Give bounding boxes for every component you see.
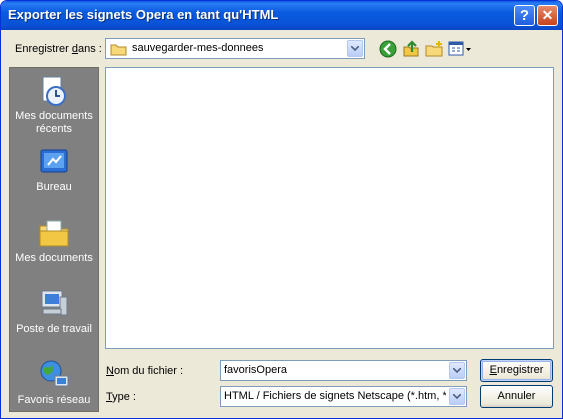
view-menu-icon[interactable] <box>447 39 473 59</box>
place-my-documents[interactable]: Mes documents <box>10 216 98 265</box>
help-button[interactable]: ? <box>514 5 535 26</box>
chevron-down-icon <box>453 394 461 399</box>
filename-label-mnemonic: N <box>106 365 114 377</box>
window-title: Exporter les signets Opera en tant qu'HT… <box>8 7 279 22</box>
save-in-label-suffix: ans : <box>77 43 102 55</box>
folder-icon <box>110 44 127 56</box>
place-label: Poste de travail <box>16 323 92 335</box>
place-label: Mes documents récents <box>15 110 93 135</box>
place-label: Mes documents <box>15 252 93 264</box>
filetype-combobox[interactable]: HTML / Fichiers de signets Netscape (*.h… <box>220 386 467 407</box>
place-desktop[interactable]: Bureau <box>10 145 98 194</box>
desktop-icon <box>40 149 68 173</box>
save-in-combobox[interactable]: sauvegarder-mes-donnees <box>105 38 365 59</box>
chevron-down-icon <box>351 46 359 51</box>
filetype-label: Type : <box>106 391 136 403</box>
save-button[interactable]: Enregistrer <box>480 359 553 382</box>
place-label: Favoris réseau <box>17 394 91 406</box>
filename-input[interactable]: favorisOpera <box>224 364 287 376</box>
filename-label: Nom du fichier : <box>106 365 183 377</box>
save-button-mnemonic: E <box>489 364 497 376</box>
place-label: Bureau <box>36 181 72 193</box>
file-list[interactable] <box>105 67 554 349</box>
up-folder-icon[interactable] <box>401 39 421 59</box>
my-documents-icon <box>39 220 69 247</box>
my-computer-icon <box>41 290 68 316</box>
cancel-button[interactable]: Annuler <box>480 385 553 408</box>
save-dialog: Exporter les signets Opera en tant qu'HT… <box>0 0 563 419</box>
save-button-label: nregistrer <box>496 364 544 376</box>
save-in-folder: sauvegarder-mes-donnees <box>132 42 264 54</box>
filetype-value: HTML / Fichiers de signets Netscape (*.h… <box>224 390 446 402</box>
filename-dropdown-arrow[interactable] <box>449 362 465 379</box>
place-my-computer[interactable]: Poste de travail <box>10 287 98 336</box>
network-places-icon <box>40 360 69 387</box>
close-button[interactable]: ✕ <box>537 5 558 26</box>
save-in-dropdown-arrow[interactable] <box>347 40 363 57</box>
new-folder-icon[interactable] <box>424 39 444 59</box>
filetype-dropdown-arrow[interactable] <box>449 388 465 405</box>
place-recent-documents[interactable]: Mes documents récents <box>10 74 98 136</box>
places-bar: Mes documents récents Bureau Mes documen… <box>9 67 99 412</box>
title-bar[interactable]: Exporter les signets Opera en tant qu'HT… <box>1 1 562 30</box>
place-network-places[interactable]: Favoris réseau <box>10 358 98 407</box>
save-in-label: Enregistrer dans : <box>15 43 102 55</box>
chevron-down-icon <box>453 368 461 373</box>
back-icon[interactable] <box>378 39 398 59</box>
filename-label-rest: om du fichier : <box>113 365 184 377</box>
filename-combobox[interactable]: favorisOpera <box>220 360 467 381</box>
recent-documents-icon <box>42 76 66 106</box>
filetype-label-rest: ype : <box>112 391 136 403</box>
save-in-label-prefix: Enregistrer <box>15 43 72 55</box>
